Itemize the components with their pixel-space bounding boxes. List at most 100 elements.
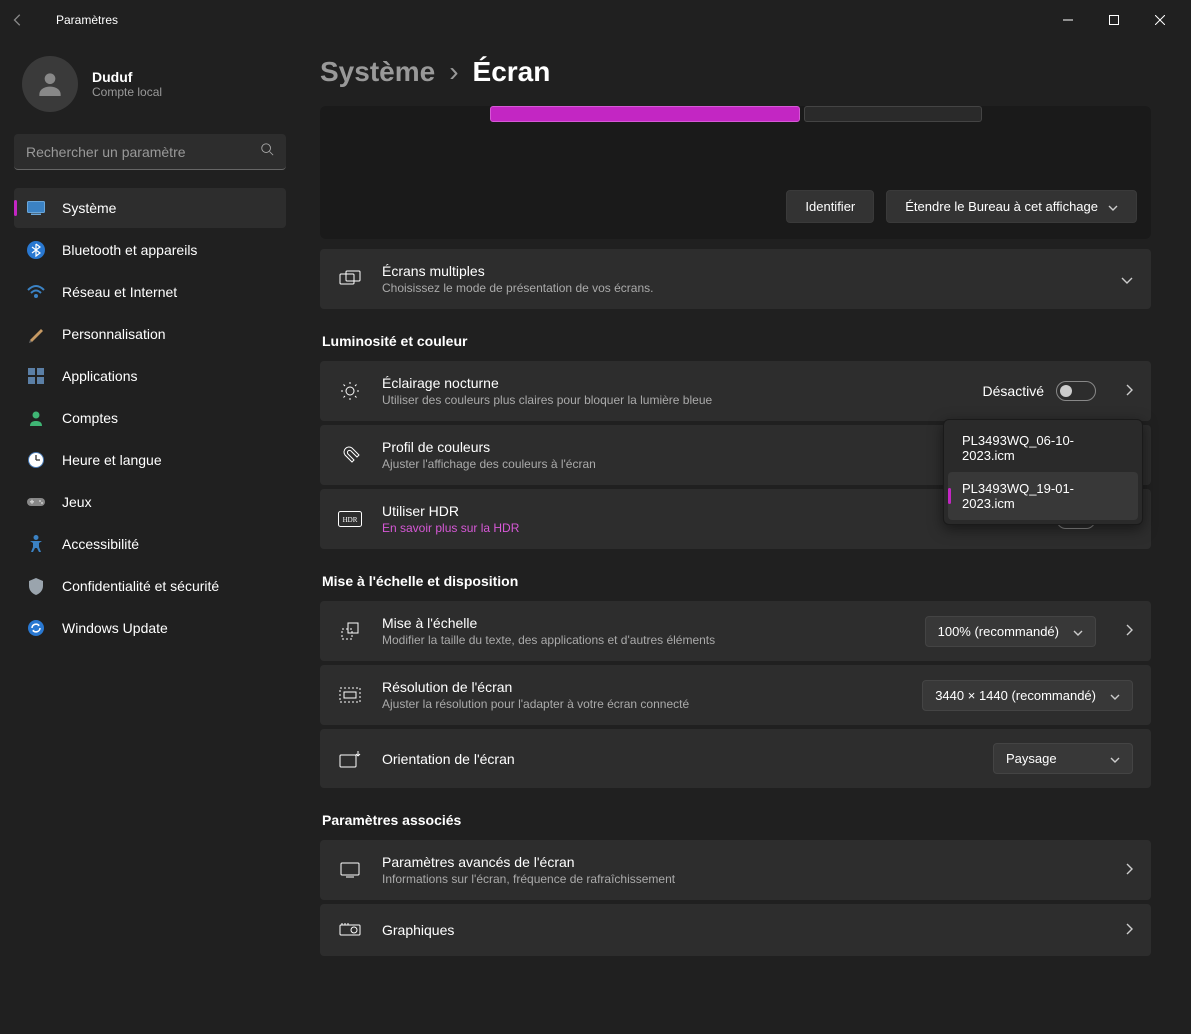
maximize-button[interactable] [1091,4,1137,36]
svg-text:HDR: HDR [343,516,358,524]
search-icon [260,142,274,161]
nav-label: Bluetooth et appareils [62,242,197,258]
nav-label: Confidentialité et sécurité [62,578,219,594]
scale-icon [338,619,362,643]
graphics-card[interactable]: Graphiques [320,904,1151,956]
scale-card[interactable]: Mise à l'échelle Modifier la taille du t… [320,601,1151,661]
night-light-card[interactable]: Éclairage nocturne Utiliser des couleurs… [320,361,1151,421]
network-icon [26,282,46,302]
user-type: Compte local [92,85,162,99]
gaming-icon [26,492,46,512]
chevron-right-icon [1126,624,1133,639]
resolution-value: 3440 × 1440 (recommandé) [935,688,1096,703]
chevron-right-icon [1126,863,1133,878]
resolution-icon [338,683,362,707]
monitor-2[interactable] [804,106,982,122]
resolution-title: Résolution de l'écran [382,679,902,695]
color-profile-icon [338,443,362,467]
nav-item-system[interactable]: Système [14,188,286,228]
sidebar: Duduf Compte local Système Bluetooth et … [0,40,300,1034]
nav-label: Heure et langue [62,452,162,468]
nav-label: Système [62,200,116,216]
breadcrumb: Système › Écran [320,56,1151,88]
chevron-right-icon [1126,923,1133,938]
graphics-title: Graphiques [382,922,1096,938]
main-content: Système › Écran Identifier Étendre le Bu… [300,40,1191,1034]
nav-item-accounts[interactable]: Comptes [14,398,286,438]
minimize-button[interactable] [1045,4,1091,36]
nav-item-bluetooth[interactable]: Bluetooth et appareils [14,230,286,270]
back-button[interactable] [8,10,28,30]
nav-item-personalization[interactable]: Personnalisation [14,314,286,354]
accessibility-icon [26,534,46,554]
search-input[interactable] [26,144,260,160]
profile-option-1[interactable]: PL3493WQ_19-01-2023.icm [948,472,1138,520]
monitor-preview: Identifier Étendre le Bureau à cet affic… [320,106,1151,239]
night-toggle[interactable] [1056,381,1096,401]
multiple-subtitle: Choisissez le mode de présentation de vo… [382,281,1091,295]
section-related: Paramètres associés [322,812,1151,828]
section-brightness: Luminosité et couleur [322,333,1151,349]
identify-button[interactable]: Identifier [786,190,874,223]
night-subtitle: Utiliser des couleurs plus claires pour … [382,393,963,407]
advanced-display-card[interactable]: Paramètres avancés de l'écran Informatio… [320,840,1151,900]
display-icon [338,858,362,882]
scale-dropdown[interactable]: 100% (recommandé) [925,616,1096,647]
resolution-dropdown[interactable]: 3440 × 1440 (recommandé) [922,680,1133,711]
orientation-title: Orientation de l'écran [382,751,973,767]
system-icon [26,198,46,218]
breadcrumb-parent[interactable]: Système [320,56,435,88]
advanced-title: Paramètres avancés de l'écran [382,854,1096,870]
titlebar: Paramètres [0,0,1191,40]
privacy-icon [26,576,46,596]
nav-item-network[interactable]: Réseau et Internet [14,272,286,312]
scale-subtitle: Modifier la taille du texte, des applica… [382,633,905,647]
hdr-icon: HDR [338,507,362,531]
color-profile-dropdown: PL3493WQ_06-10-2023.icm PL3493WQ_19-01-2… [943,419,1143,525]
extend-label: Étendre le Bureau à cet affichage [905,199,1098,214]
update-icon [26,618,46,638]
multiple-title: Écrans multiples [382,263,1091,279]
nav-label: Applications [62,368,138,384]
multiple-displays-card[interactable]: Écrans multiples Choisissez le mode de p… [320,249,1151,309]
resolution-card[interactable]: Résolution de l'écran Ajuster la résolut… [320,665,1151,725]
monitor-1[interactable] [490,106,800,122]
nav-label: Windows Update [62,620,168,636]
hdr-title: Utiliser HDR [382,503,963,519]
bluetooth-icon [26,240,46,260]
nav-item-time-language[interactable]: Heure et langue [14,440,286,480]
nav-label: Personnalisation [62,326,166,342]
clock-icon [26,450,46,470]
nav-list: Système Bluetooth et appareils Réseau et… [14,188,286,648]
hdr-link[interactable]: En savoir plus sur la HDR [382,521,963,535]
breadcrumb-separator: › [449,56,458,88]
orientation-card[interactable]: Orientation de l'écran Paysage [320,729,1151,788]
personalization-icon [26,324,46,344]
night-light-icon [338,379,362,403]
orientation-value: Paysage [1006,751,1057,766]
resolution-subtitle: Ajuster la résolution pour l'adapter à v… [382,697,902,711]
accounts-icon [26,408,46,428]
color-profile-card[interactable]: Profil de couleurs Ajuster l'affichage d… [320,425,1151,485]
nav-item-privacy[interactable]: Confidentialité et sécurité [14,566,286,606]
multiple-displays-icon [338,267,362,291]
scale-title: Mise à l'échelle [382,615,905,631]
night-title: Éclairage nocturne [382,375,963,391]
user-section[interactable]: Duduf Compte local [14,48,286,120]
nav-item-apps[interactable]: Applications [14,356,286,396]
user-name: Duduf [92,69,162,85]
search-box[interactable] [14,134,286,170]
chevron-down-icon [1110,688,1120,703]
nav-label: Réseau et Internet [62,284,177,300]
chevron-down-icon [1121,272,1133,287]
nav-item-windows-update[interactable]: Windows Update [14,608,286,648]
graphics-icon [338,918,362,942]
orientation-dropdown[interactable]: Paysage [993,743,1133,774]
extend-display-dropdown[interactable]: Étendre le Bureau à cet affichage [886,190,1137,223]
close-button[interactable] [1137,4,1183,36]
nav-item-accessibility[interactable]: Accessibilité [14,524,286,564]
chevron-right-icon [1126,384,1133,399]
nav-label: Accessibilité [62,536,139,552]
profile-option-0[interactable]: PL3493WQ_06-10-2023.icm [948,424,1138,472]
nav-item-gaming[interactable]: Jeux [14,482,286,522]
